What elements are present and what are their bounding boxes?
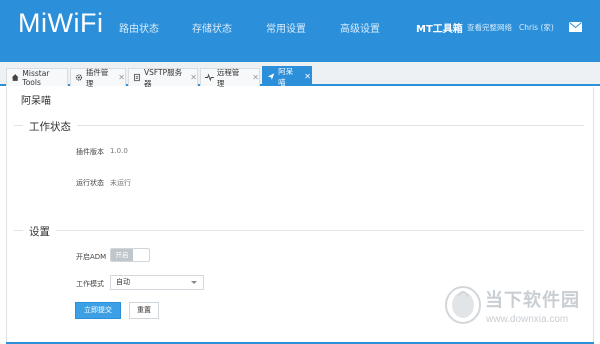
watermark-logo-icon bbox=[445, 286, 481, 324]
nav-mt-toolbox[interactable]: MT工具箱 bbox=[416, 20, 463, 35]
nav-advanced-settings[interactable]: 高级设置 bbox=[340, 20, 380, 35]
view-full-network-link[interactable]: 查看完整网络 bbox=[467, 22, 512, 33]
mode-select[interactable]: 自动 bbox=[110, 275, 204, 290]
mail-icon[interactable] bbox=[569, 22, 582, 32]
tab-label: 远程管理 bbox=[216, 67, 240, 88]
pulse-icon bbox=[205, 73, 214, 82]
adm-toggle-label: 开启 bbox=[111, 249, 133, 261]
submit-button[interactable]: 立即提交 bbox=[75, 302, 121, 319]
plugin-version-label: 插件版本 bbox=[76, 148, 104, 156]
nav-storage-status[interactable]: 存储状态 bbox=[192, 20, 232, 35]
user-menu[interactable]: Chris (家) bbox=[519, 22, 554, 33]
adm-toggle[interactable]: 开启 bbox=[110, 248, 150, 262]
close-icon[interactable]: ✕ bbox=[304, 72, 311, 81]
doc-icon bbox=[134, 73, 140, 82]
tab-plugin-manager[interactable]: 插件管理 ✕ bbox=[70, 67, 126, 88]
page-title: 阿呆喵 bbox=[21, 96, 51, 107]
plane-icon bbox=[267, 73, 275, 80]
tab-adaimiao[interactable]: 阿呆喵 ✕ bbox=[262, 66, 312, 87]
close-icon[interactable]: ✕ bbox=[190, 73, 197, 82]
run-status-label: 运行状态 bbox=[76, 179, 104, 187]
watermark-name: 当下软件园 bbox=[485, 290, 580, 311]
run-status-value: 未运行 bbox=[110, 179, 131, 187]
settings-section-title: 设置 bbox=[23, 224, 56, 239]
tab-label: Misstar Tools bbox=[22, 68, 50, 87]
close-icon[interactable]: ✕ bbox=[252, 73, 259, 82]
chevron-down-icon bbox=[191, 281, 197, 284]
gear-icon bbox=[75, 74, 83, 81]
tab-remote-management[interactable]: 远程管理 ✕ bbox=[200, 67, 260, 88]
tab-misstar-tools[interactable]: Misstar Tools bbox=[6, 68, 68, 87]
divider bbox=[14, 125, 584, 126]
tab-label: 阿呆喵 bbox=[278, 66, 294, 87]
mode-label: 工作模式 bbox=[76, 280, 104, 288]
tab-strip: Misstar Tools 插件管理 ✕ VSFTP服务器 ✕ 远程管理 ✕ 阿… bbox=[0, 62, 600, 88]
watermark-url: www.downxia.com bbox=[486, 314, 569, 325]
divider bbox=[14, 230, 584, 231]
plugin-version-value: 1.0.0 bbox=[110, 147, 128, 155]
miwifi-logo[interactable]: MiWiFi bbox=[18, 8, 103, 39]
status-section-title: 工作状态 bbox=[23, 119, 77, 134]
close-icon[interactable]: ✕ bbox=[118, 73, 125, 82]
home-icon bbox=[11, 74, 19, 81]
reset-button[interactable]: 重置 bbox=[129, 302, 159, 319]
adm-label: 开启ADM bbox=[76, 253, 107, 261]
tab-label: VSFTP服务器 bbox=[143, 67, 183, 88]
tab-vsftp-server[interactable]: VSFTP服务器 ✕ bbox=[128, 67, 198, 88]
nav-common-settings[interactable]: 常用设置 bbox=[266, 20, 306, 35]
mode-select-value: 自动 bbox=[116, 278, 130, 286]
top-header: MiWiFi 路由状态 存储状态 常用设置 高级设置 MT工具箱 查看完整网络 … bbox=[0, 0, 600, 62]
tab-label: 插件管理 bbox=[85, 67, 109, 88]
nav-router-status[interactable]: 路由状态 bbox=[119, 20, 159, 35]
